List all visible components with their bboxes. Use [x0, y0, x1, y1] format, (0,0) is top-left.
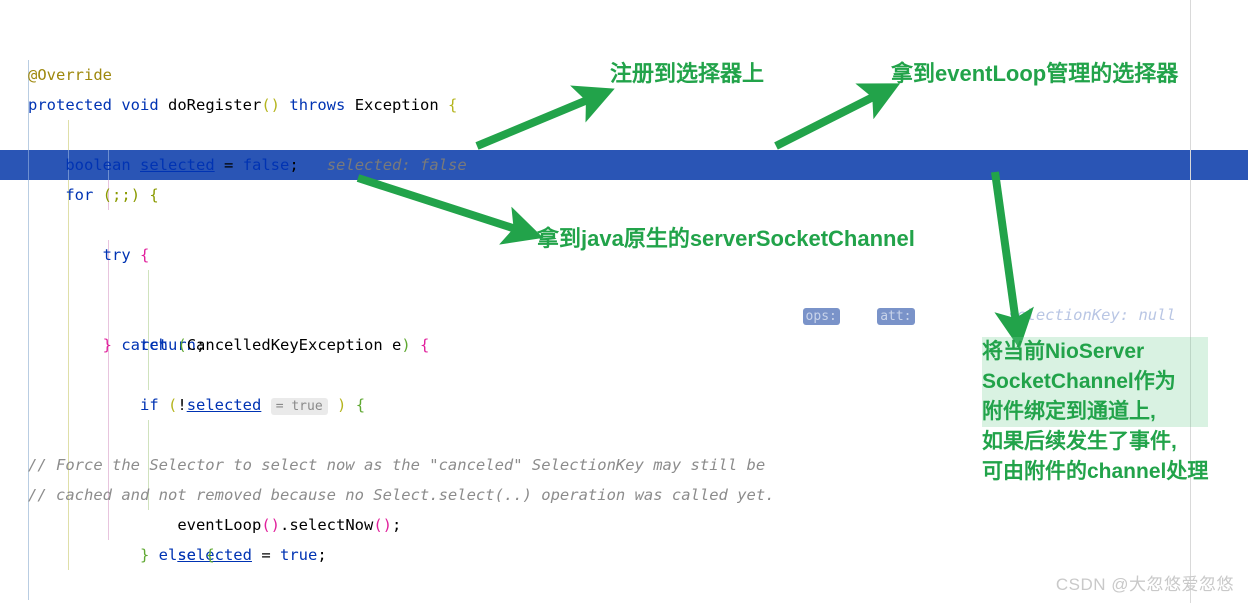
- code-line[interactable]: selected = true;: [0, 360, 1248, 564]
- param-hint-att: att:: [877, 308, 915, 325]
- csdn-watermark: CSDN @大忽悠爱忽悠: [1055, 575, 1234, 594]
- inline-hint: selectionKey: null: [1007, 306, 1176, 324]
- code-comment: // Force the Selector to select now as t…: [28, 456, 766, 474]
- code-editor[interactable]: @Override protected void doRegister() th…: [0, 0, 1248, 603]
- code-comment: // cached and not removed because no Sel…: [28, 486, 775, 504]
- code-line-text: selectionKey = javaChannel().register(ev…: [139, 306, 1176, 325]
- code-line-text: boolean selected = false; selected: fals…: [65, 156, 467, 174]
- code-line[interactable]: try {: [0, 120, 1248, 264]
- code-line[interactable]: } catch (CancelledKeyException e) {: [0, 210, 1248, 354]
- code-line-text: protected void doRegister() throws Excep…: [28, 96, 458, 114]
- code-line-text: } else {: [139, 546, 215, 564]
- code-line-text: try {: [102, 246, 150, 264]
- code-line-text: if (!selected = true ) {: [139, 396, 366, 415]
- code-line-text: for (;;) {: [65, 186, 159, 204]
- code-line-text: eventLoop().selectNow();: [177, 516, 402, 534]
- code-line-text: } catch (CancelledKeyException e) {: [102, 336, 430, 354]
- code-line-text: @Override: [28, 66, 112, 84]
- code-line[interactable]: @Override: [0, 0, 1248, 84]
- code-screenshot: @Override protected void doRegister() th…: [0, 0, 1248, 603]
- param-hint-ops: ops:: [802, 308, 840, 325]
- inline-hint: selected: false: [326, 156, 467, 174]
- code-line[interactable]: protected void doRegister() throws Excep…: [0, 30, 1248, 114]
- code-line[interactable]: // We forced a select operation on the s…: [0, 420, 1248, 450]
- code-line[interactable]: // Force the Selector to select now as t…: [0, 270, 1248, 474]
- value-hint: = true: [270, 398, 328, 415]
